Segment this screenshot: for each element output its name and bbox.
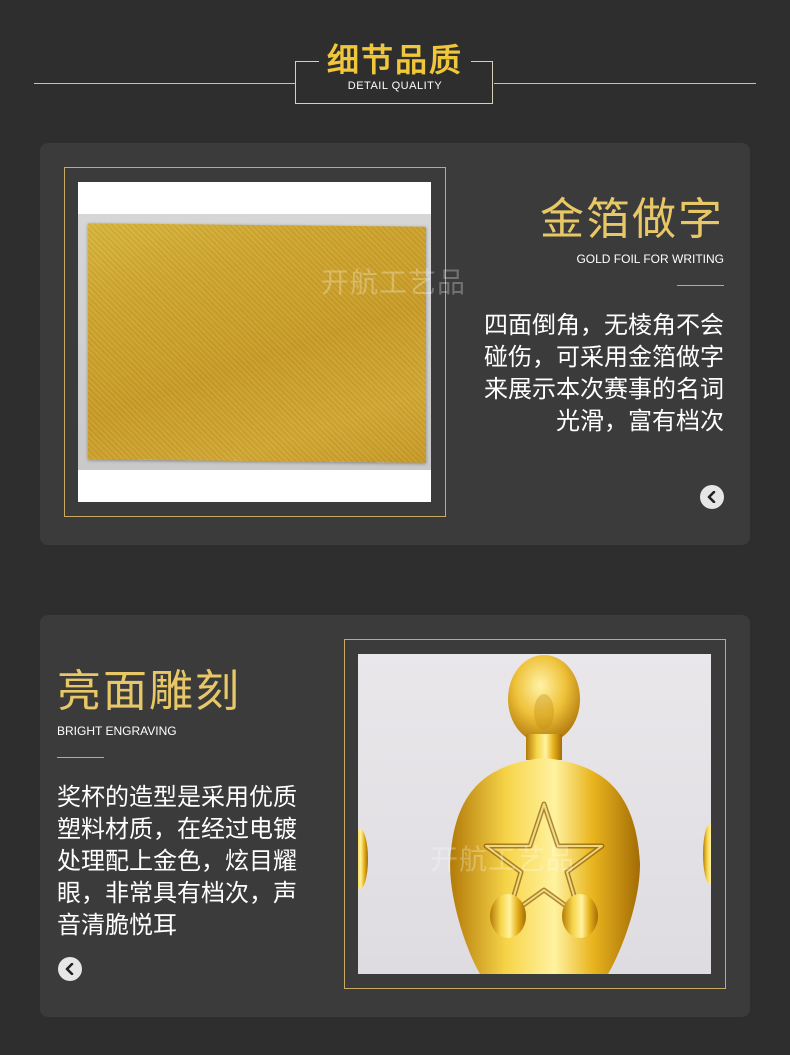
prev-arrow-button[interactable] [58,957,82,981]
detail-card-bright-engraving: 亮面雕刻 BRIGHT ENGRAVING 奖杯的造型是采用优质 塑料材质，在经… [40,615,750,1017]
trophy-figure-icon [358,655,711,974]
header-rule-right [494,83,756,84]
section-description: 四面倒角，无棱角不会 碰伤，可采用金箔做字 来展示本次赛事的名词 光滑，富有档次 [484,311,724,435]
section-description: 奖杯的造型是采用优质 塑料材质，在经过电镀 处理配上金色，炫目耀 眼，非常具有档… [57,783,297,939]
section-title: 亮面雕刻 [57,666,241,717]
header-rule-left [34,83,296,84]
page-title: 细节品质 [295,40,495,80]
chevron-left-icon [707,491,716,503]
watermark-text: 开航工艺品 [321,266,467,299]
prev-arrow-button[interactable] [700,485,724,509]
watermark-text: 开航工艺品 [430,843,576,876]
page-subtitle: DETAIL QUALITY [347,80,443,92]
gold-foil-photo [78,182,431,502]
detail-card-gold-foil: 开航工艺品 金箔做字 GOLD FOIL FOR WRITING 四面倒角，无棱… [40,143,750,545]
section-subtitle: BRIGHT ENGRAVING [57,724,177,738]
section-subtitle: GOLD FOIL FOR WRITING [576,252,724,266]
section-rule [57,757,104,758]
section-rule [677,285,724,286]
chevron-left-icon [65,963,74,975]
section-title: 金箔做字 [540,194,724,245]
trophy-photo [358,654,711,974]
